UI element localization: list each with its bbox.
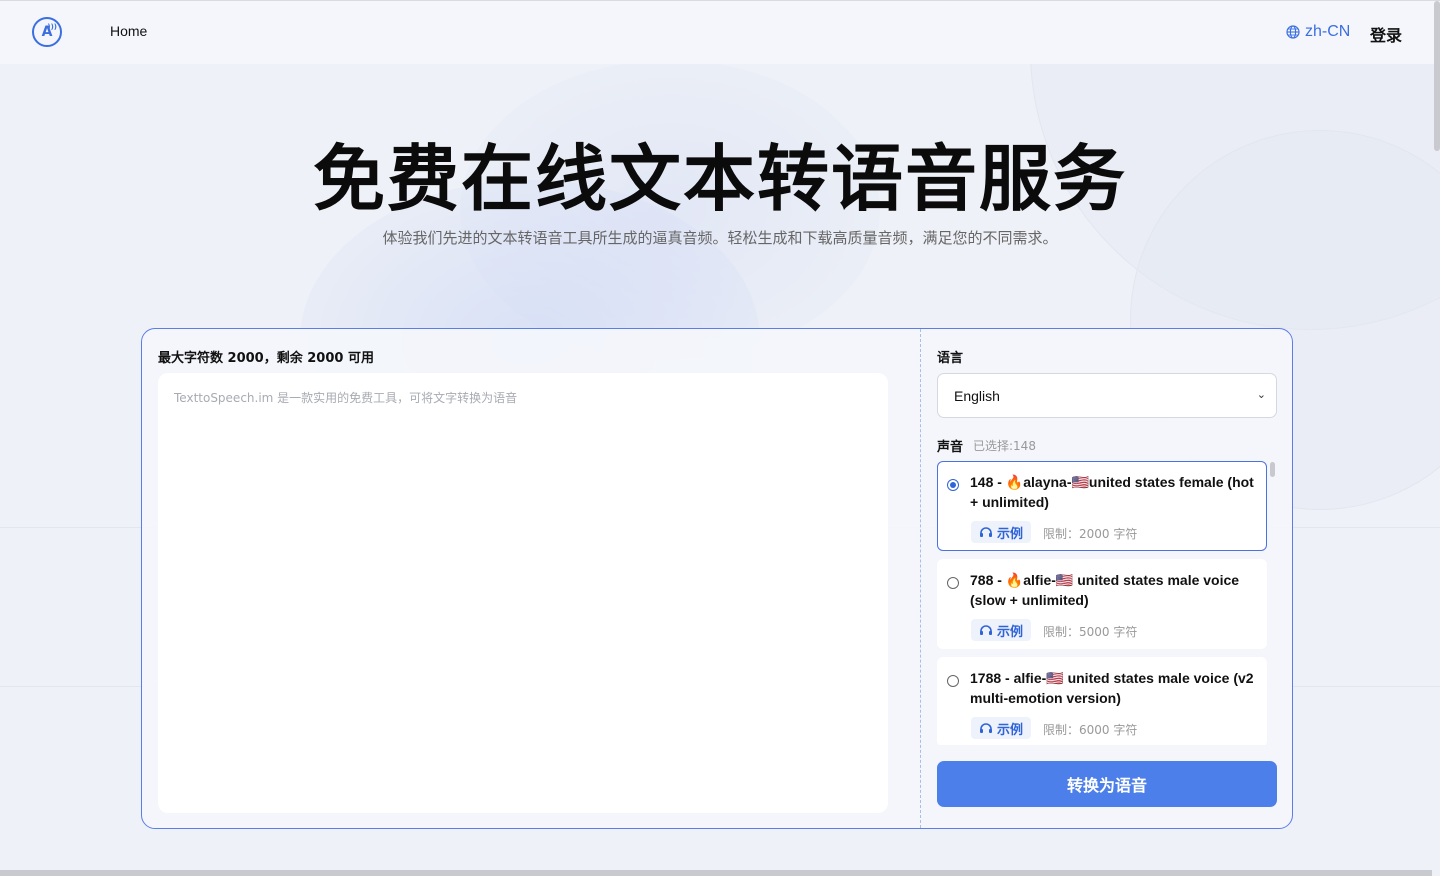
locale-switcher[interactable]: zh-CN [1286,23,1350,41]
sample-label: 示例 [997,722,1024,738]
voice-limit: 限制：6000 字符 [1043,723,1138,737]
sample-button[interactable]: 示例 [971,619,1032,641]
voice-limit: 限制：5000 字符 [1043,625,1138,639]
text-input[interactable] [158,373,888,813]
top-nav: A ))) Home zh-CN 登录 [0,0,1440,151]
voice-radio[interactable] [947,479,959,491]
login-link[interactable]: 登录 [1370,22,1402,46]
panel-divider [920,329,921,828]
headphones-icon [980,625,992,635]
voice-option[interactable]: 788 - 🔥alfie-🇺🇸 united states male voice… [937,559,1267,649]
tts-panel: 最大字符数 2000，剩余 2000 可用 语言 English ⌄ 声音 已选… [141,328,1293,829]
sample-button[interactable]: 示例 [971,521,1032,543]
logo[interactable]: A ))) [32,17,62,47]
voice-list-scrollbar[interactable] [1270,462,1275,477]
voice-list[interactable]: 148 - 🔥alayna-🇺🇸united states female (ho… [937,461,1267,745]
voice-option[interactable]: 1788 - alfie-🇺🇸 united states male voice… [937,657,1267,745]
voice-limit: 限制：2000 字符 [1043,527,1138,541]
headphones-icon [980,527,992,537]
convert-to-speech-button[interactable]: 转换为语音 [937,761,1277,807]
sound-wave-icon: ))) [47,23,57,31]
language-select[interactable]: English ⌄ [937,373,1277,418]
voice-radio[interactable] [947,675,959,687]
page-title: 免费在线文本转语音服务 [312,137,1127,221]
chevron-down-icon: ⌄ [1256,389,1266,401]
horizontal-scrollbar[interactable] [0,870,1432,876]
sample-label: 示例 [997,624,1024,640]
voice-selected-count: 已选择:148 [973,439,1036,453]
page-subtitle: 体验我们先进的文本转语音工具所生成的逼真音频。轻松生成和下载高质量音频，满足您的… [382,229,1058,247]
voice-name: 148 - 🔥alayna-🇺🇸united states female (ho… [970,474,1254,510]
voice-option[interactable]: 148 - 🔥alayna-🇺🇸united states female (ho… [937,461,1267,551]
globe-icon [1286,25,1300,39]
voice-name: 1788 - alfie-🇺🇸 united states male voice… [970,670,1254,706]
char-count-label: 最大字符数 2000，剩余 2000 可用 [158,351,374,366]
language-label: 语言 [937,351,964,366]
sample-label: 示例 [997,526,1024,542]
language-select-value: English [954,387,1000,404]
headphones-icon [980,723,992,733]
voice-radio[interactable] [947,577,959,589]
voice-label: 声音 [937,440,964,455]
voice-name: 788 - 🔥alfie-🇺🇸 united states male voice… [970,572,1240,608]
locale-label: zh-CN [1305,23,1351,40]
sample-button[interactable]: 示例 [971,717,1032,739]
nav-home-link[interactable]: Home [110,23,147,39]
